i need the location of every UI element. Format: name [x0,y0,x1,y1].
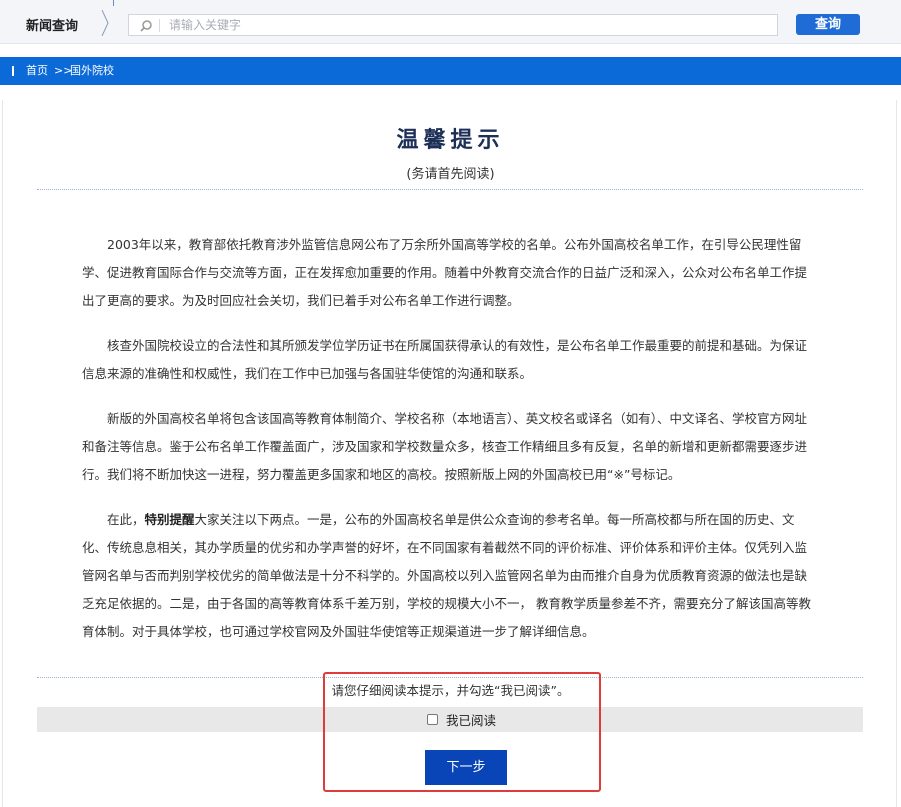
breadcrumb-home-link[interactable]: 首页 [26,64,48,78]
notice-subtitle: (务请首先阅读) [406,167,495,182]
search-button[interactable]: 查询 [796,14,860,35]
notice-paragraph: 2003年以来，教育部依托教育涉外监管信息网公布了万余所外国高等学校的名单。公布… [82,237,808,308]
notice-paragraph-reminder: 在此，特别提醒大家关注以下两点。一是，公布的外国高校名单是供公众查询的参考名单。… [82,506,818,646]
search-separator [159,19,160,32]
breadcrumb-marker [12,66,14,76]
reminder-text: 大家关注以下两点。一是，公布的外国高校名单是供公众查询的参考名单。每一所高校都与… [82,512,811,639]
breadcrumb-current-link[interactable]: 国外院校 [70,64,114,78]
top-search-bar: 新闻查询 查询 [0,0,901,44]
read-confirm-checkbox[interactable]: 我已阅读 [427,711,496,728]
news-search-title: 新闻查询 [26,19,79,34]
next-step-button[interactable]: 下一步 [425,750,507,785]
notice-paragraph: 新版的外国高校名单将包含该国高等教育体制简介、学校名称（本地语言）、英文校名或译… [82,411,808,482]
top-divider-line [113,0,114,6]
search-input[interactable] [169,16,769,34]
checkbox-box[interactable] [427,714,438,725]
notice-paragraph: 核查外国院校设立的合法性和其所颁发学位学历证书在所属国获得承认的有效性，是公布名… [82,338,808,381]
breadcrumb: 首页 >> 国外院校 [0,57,901,85]
section-divider-icon [100,10,110,36]
reminder-prefix: 在此， [107,512,145,527]
search-box[interactable] [128,14,778,36]
title-divider [37,189,863,190]
checkbox-label[interactable]: 我已阅读 [446,710,496,729]
notice-body: 2003年以来，教育部依托教育涉外监管信息网公布了万余所外国高等学校的名单。公布… [82,231,818,663]
reminder-emphasis: 特别提醒 [144,512,195,527]
notice-title: 温馨提示 [396,127,505,153]
confirm-note: 请您仔细阅读本提示，并勾选“我已阅读”。 [331,683,570,698]
footer-divider [37,677,863,678]
search-icon [139,18,153,32]
